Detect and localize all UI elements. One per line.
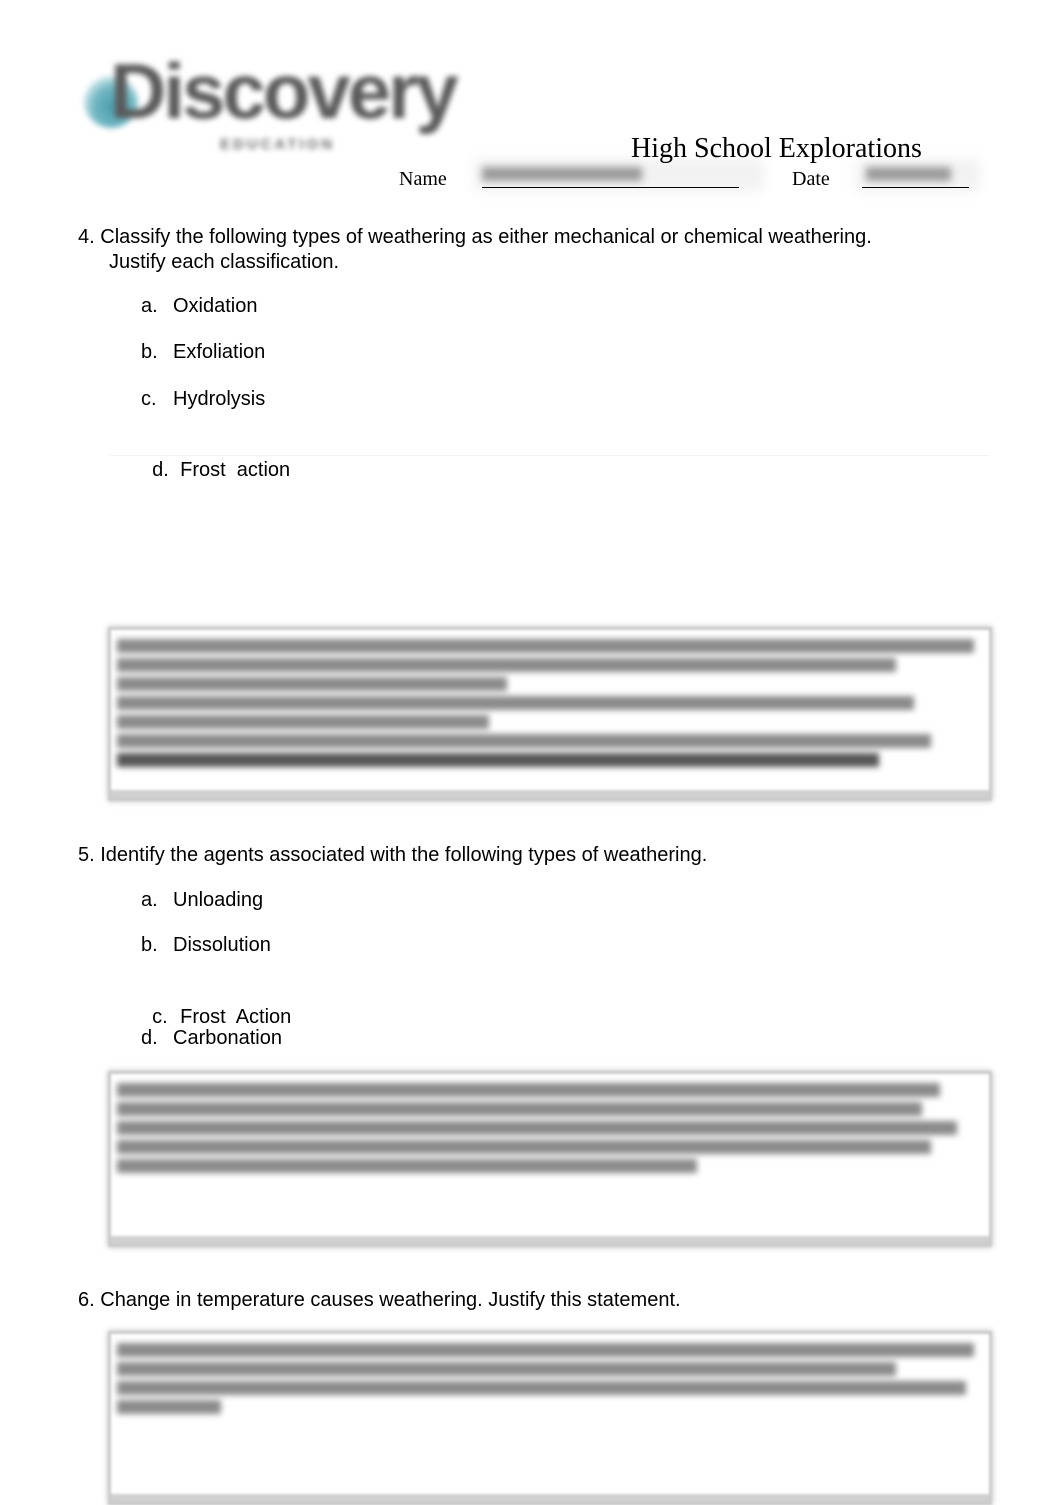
list-item: d. Carbonation [141,1026,282,1051]
answer-box-bottom-edge [111,1494,989,1502]
item-label: Exfoliation [173,341,266,363]
item-label: Carbonation [173,1027,282,1049]
answer-box-q5[interactable] [108,1071,992,1247]
item-letter: d. [152,459,169,481]
list-item: a. Unloading [141,888,263,913]
date-field[interactable] [856,159,980,191]
divider [110,455,990,456]
name-label: Name [399,168,447,190]
list-item: a. Oxidation [141,294,258,319]
item-label: Frost Action [180,1006,292,1028]
item-label: Hydrolysis [173,388,266,410]
answer-box-q6[interactable] [108,1331,992,1505]
item-letter: b. [141,934,158,956]
name-field[interactable] [474,159,764,191]
item-letter: c. [141,388,157,410]
item-letter: a. [141,889,158,911]
name-value-obscured [482,167,642,181]
item-label: Dissolution [173,934,271,956]
answer-box-bottom-edge [111,1236,989,1244]
list-item: d. Frost action [141,433,290,483]
list-item: b. Dissolution [141,933,271,958]
answer-box-bottom-edge [111,790,989,798]
item-letter: d. [141,1027,158,1049]
list-item: b. Exfoliation [141,340,265,365]
item-label: Frost action [180,459,291,481]
answer-text-obscured [111,1074,989,1182]
question-5: 5. Identify the agents associated with t… [78,843,707,868]
item-letter: a. [141,295,158,317]
list-item: c. Frost Action [141,980,291,1030]
question-text: Change in temperature causes weathering.… [100,1289,681,1311]
discovery-education-logo: Discovery EDUCATION [78,52,478,158]
question-number: 5. [78,844,95,866]
question-text: Identify the agents associated with the … [100,844,708,866]
answer-text-obscured [111,630,989,776]
item-label: Oxidation [173,295,258,317]
answer-box-q4[interactable] [108,627,992,801]
item-label: Unloading [173,889,264,911]
question-text-continued: Justify each classification. [109,251,340,273]
answer-text-obscured [111,1334,989,1423]
question-4: 4. Classify the following types of weath… [78,225,988,275]
question-text: Classify the following types of weatheri… [100,226,872,248]
item-letter: b. [141,341,158,363]
date-label: Date [792,168,830,190]
question-6: 6. Change in temperature causes weatheri… [78,1288,681,1313]
question-number: 6. [78,1289,95,1311]
logo-subtext: EDUCATION [220,136,336,153]
logo-wordmark: Discovery [110,47,459,135]
question-number: 4. [78,226,95,248]
list-item: c. Hydrolysis [141,387,265,412]
date-value-obscured [866,167,951,181]
